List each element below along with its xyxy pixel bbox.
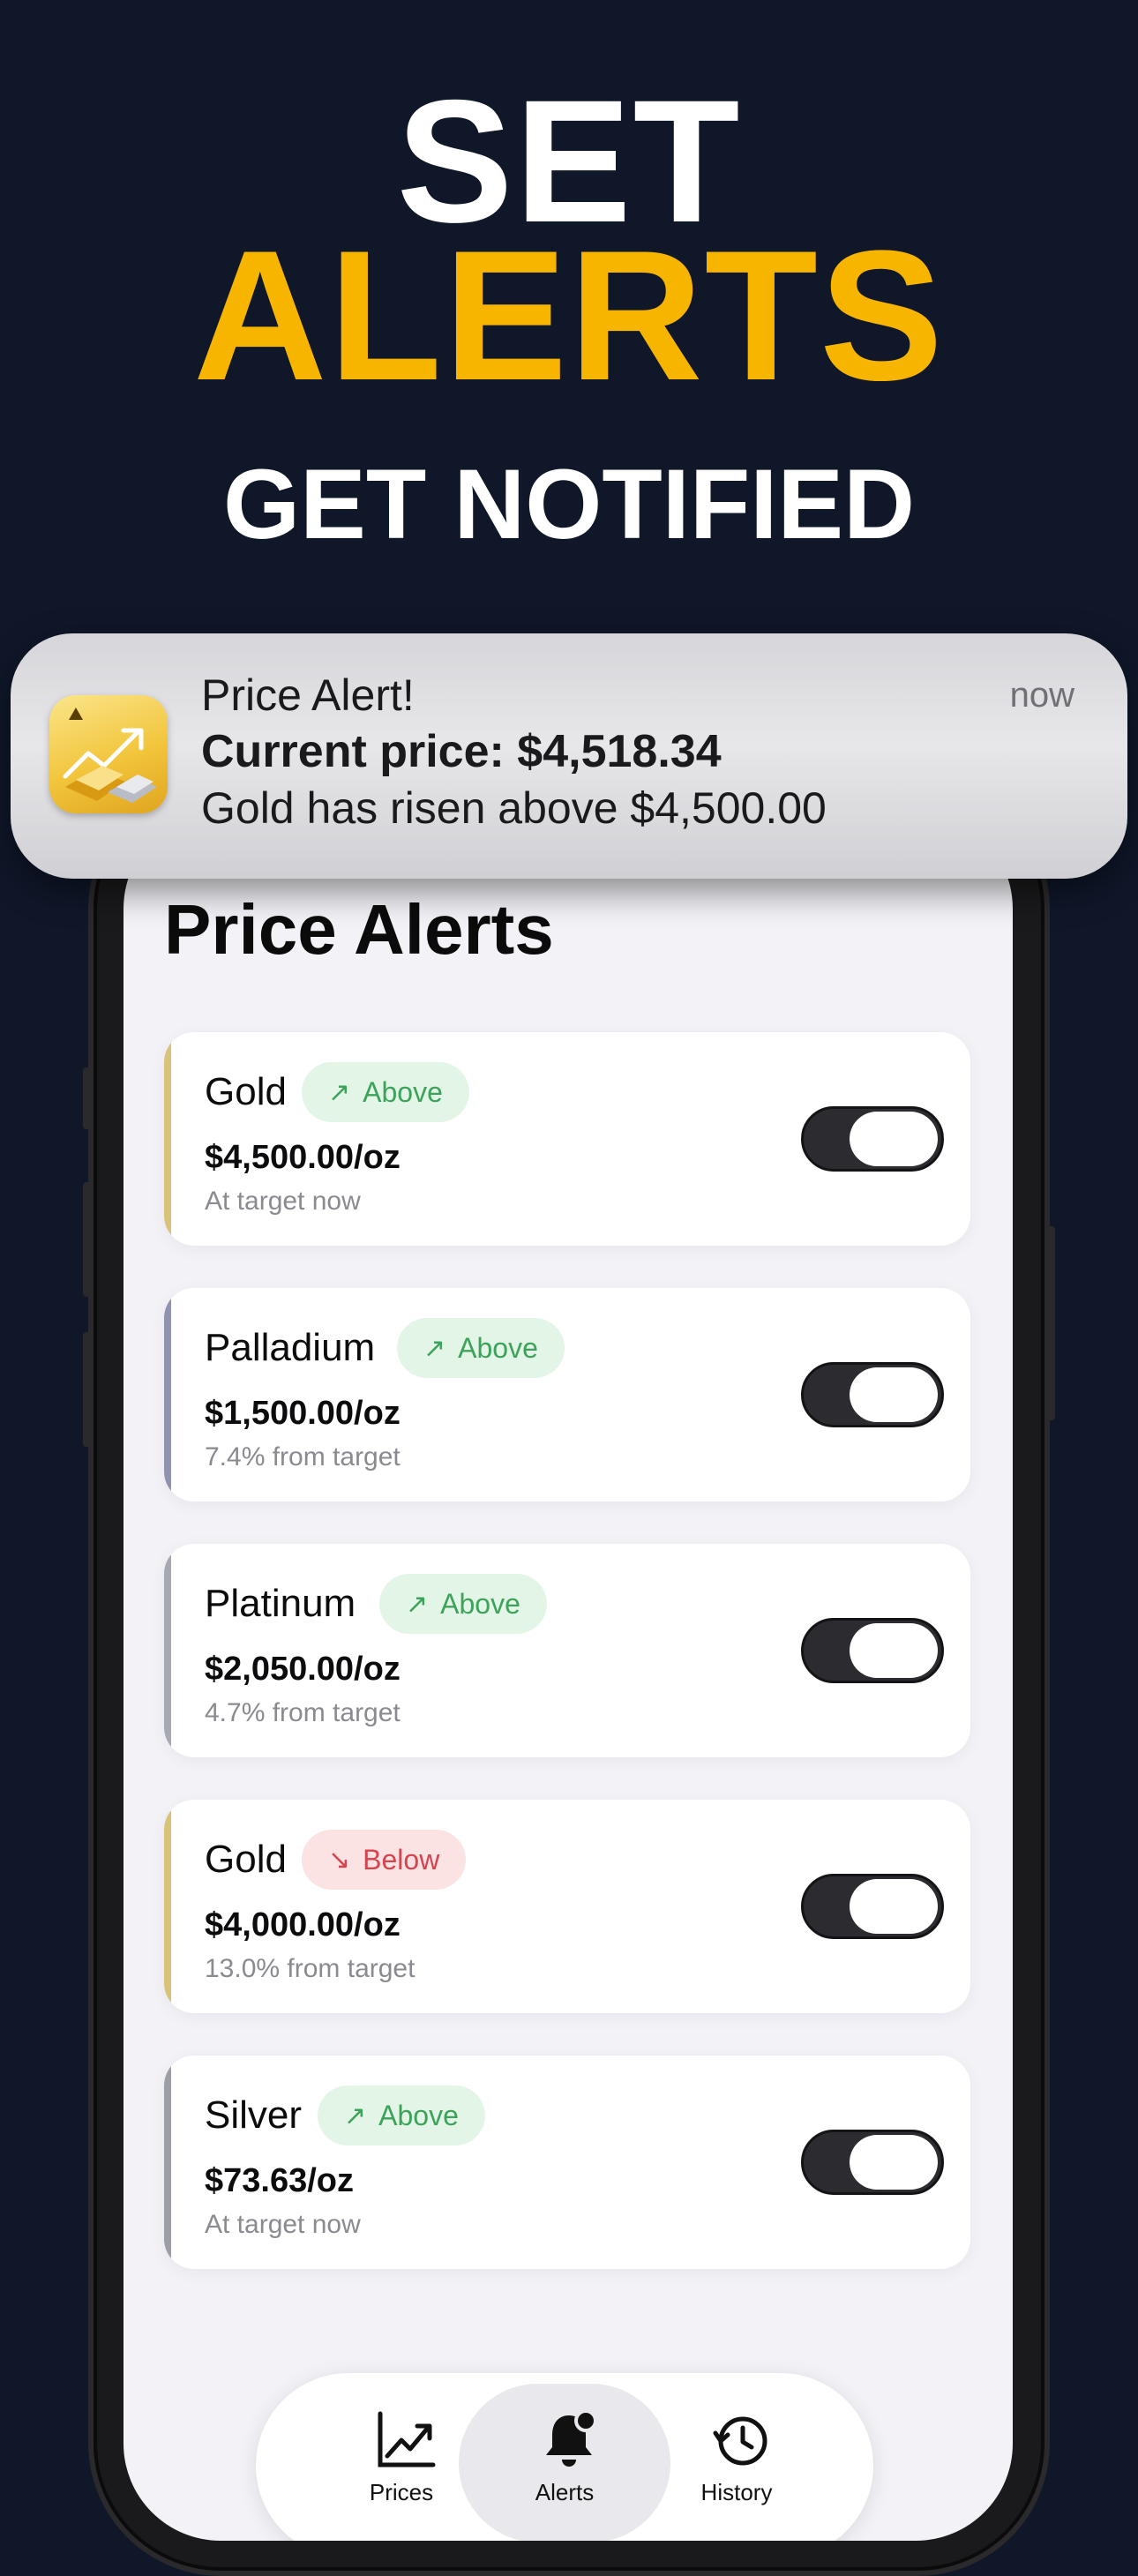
metal-name: Platinum: [205, 1582, 356, 1625]
bell-badge-icon: [546, 2409, 597, 2467]
target-price: $4,000.00/oz: [205, 1906, 401, 1943]
alert-card[interactable]: Gold ↗ Above $4,500.00/oz At target now: [164, 1032, 970, 1246]
metal-name: Palladium: [205, 1326, 376, 1369]
phone-power-button: [1046, 1226, 1055, 1420]
phone-volume-up-button: [83, 1182, 92, 1297]
tab-alerts[interactable]: Alerts: [459, 2373, 670, 2541]
tab-bar: Prices Alerts History: [256, 2373, 873, 2541]
notification-title: Price Alert!: [201, 670, 415, 720]
metal-accent-bar: [164, 1800, 171, 2013]
metal-name: Silver: [205, 2093, 303, 2137]
metal-accent-bar: [164, 2056, 171, 2269]
target-price: $73.63/oz: [205, 2162, 354, 2199]
direction-label: Above: [378, 2099, 459, 2131]
notification-time: now: [1009, 676, 1074, 715]
gold-bars-chart-icon: [49, 695, 168, 813]
direction-label: Above: [440, 1587, 520, 1620]
notification-message: Gold has risen above $4,500.00: [201, 783, 827, 833]
toggle-knob: [850, 2135, 938, 2190]
direction-badge: ↘ Below: [302, 1830, 467, 1890]
toggle-knob: [850, 1112, 938, 1166]
phone-volume-down-button: [83, 1332, 92, 1447]
metal-accent-bar: [164, 1288, 171, 1501]
arrow-up-right-icon: ↗: [406, 1589, 429, 1619]
hero-subtitle: GET NOTIFIED: [223, 449, 915, 559]
tab-label-history: History: [700, 2479, 773, 2505]
notification-banner[interactable]: Price Alert! Current price: $4,518.34 Go…: [11, 633, 1127, 879]
direction-badge: ↗ Above: [397, 1318, 565, 1378]
metal-name: Gold: [205, 1070, 287, 1113]
direction-label: Above: [458, 1331, 538, 1364]
chart-line-icon: [378, 2411, 436, 2467]
phone-side-button: [83, 1067, 92, 1129]
arrow-up-right-icon: ↗: [328, 1077, 351, 1107]
arrow-down-right-icon: ↘: [328, 1845, 351, 1875]
alert-card[interactable]: Platinum ↗ Above $2,050.00/oz 4.7% from targ…: [164, 1544, 970, 1757]
alert-enabled-toggle[interactable]: [801, 2130, 944, 2195]
metal-accent-bar: [164, 1544, 171, 1757]
target-price: $1,500.00/oz: [205, 1395, 401, 1432]
toggle-knob: [850, 1367, 938, 1422]
target-status: At target now: [205, 1187, 361, 1216]
arrow-up-right-icon: ↗: [423, 1333, 446, 1363]
toggle-knob: [850, 1879, 938, 1934]
alert-card[interactable]: Gold ↘ Below $4,000.00/oz 13.0% from target: [164, 1800, 970, 2013]
notification-current-price: Current price: $4,518.34: [201, 726, 722, 777]
direction-badge: ↗ Above: [302, 1062, 469, 1122]
alert-card[interactable]: Silver ↗ Above $73.63/oz At target now: [164, 2056, 970, 2269]
phone-screen: Price Alerts Gold ↗ Above $4,500.00/oz At ta…: [124, 812, 1013, 2541]
direction-label: Below: [363, 1843, 440, 1876]
arrow-up-right-icon: ↗: [344, 2100, 367, 2130]
metal-accent-bar: [164, 1032, 171, 1246]
alert-enabled-toggle[interactable]: [801, 1106, 944, 1172]
target-status: At target now: [205, 2210, 361, 2239]
metal-name: Gold: [205, 1838, 287, 1881]
toggle-knob: [850, 1623, 938, 1678]
alert-card[interactable]: Palladium ↗ Above $1,500.00/oz 7.4% from tar…: [164, 1288, 970, 1501]
target-status: 7.4% from target: [205, 1442, 401, 1471]
tab-history[interactable]: History: [635, 2373, 838, 2541]
direction-badge: ↗ Above: [379, 1574, 547, 1634]
alert-enabled-toggle[interactable]: [801, 1618, 944, 1683]
alert-enabled-toggle[interactable]: [801, 1874, 944, 1939]
target-status: 13.0% from target: [205, 1954, 416, 1983]
direction-label: Above: [363, 1075, 443, 1108]
direction-badge: ↗ Above: [318, 2086, 485, 2145]
alert-enabled-toggle[interactable]: [801, 1362, 944, 1427]
target-price: $2,050.00/oz: [205, 1651, 401, 1688]
target-price: $4,500.00/oz: [205, 1139, 401, 1176]
page-title: Price Alerts: [164, 890, 554, 969]
history-icon: [713, 2416, 767, 2466]
target-status: 4.7% from target: [205, 1698, 401, 1727]
hero-title-alerts: ALERTS: [193, 212, 945, 419]
